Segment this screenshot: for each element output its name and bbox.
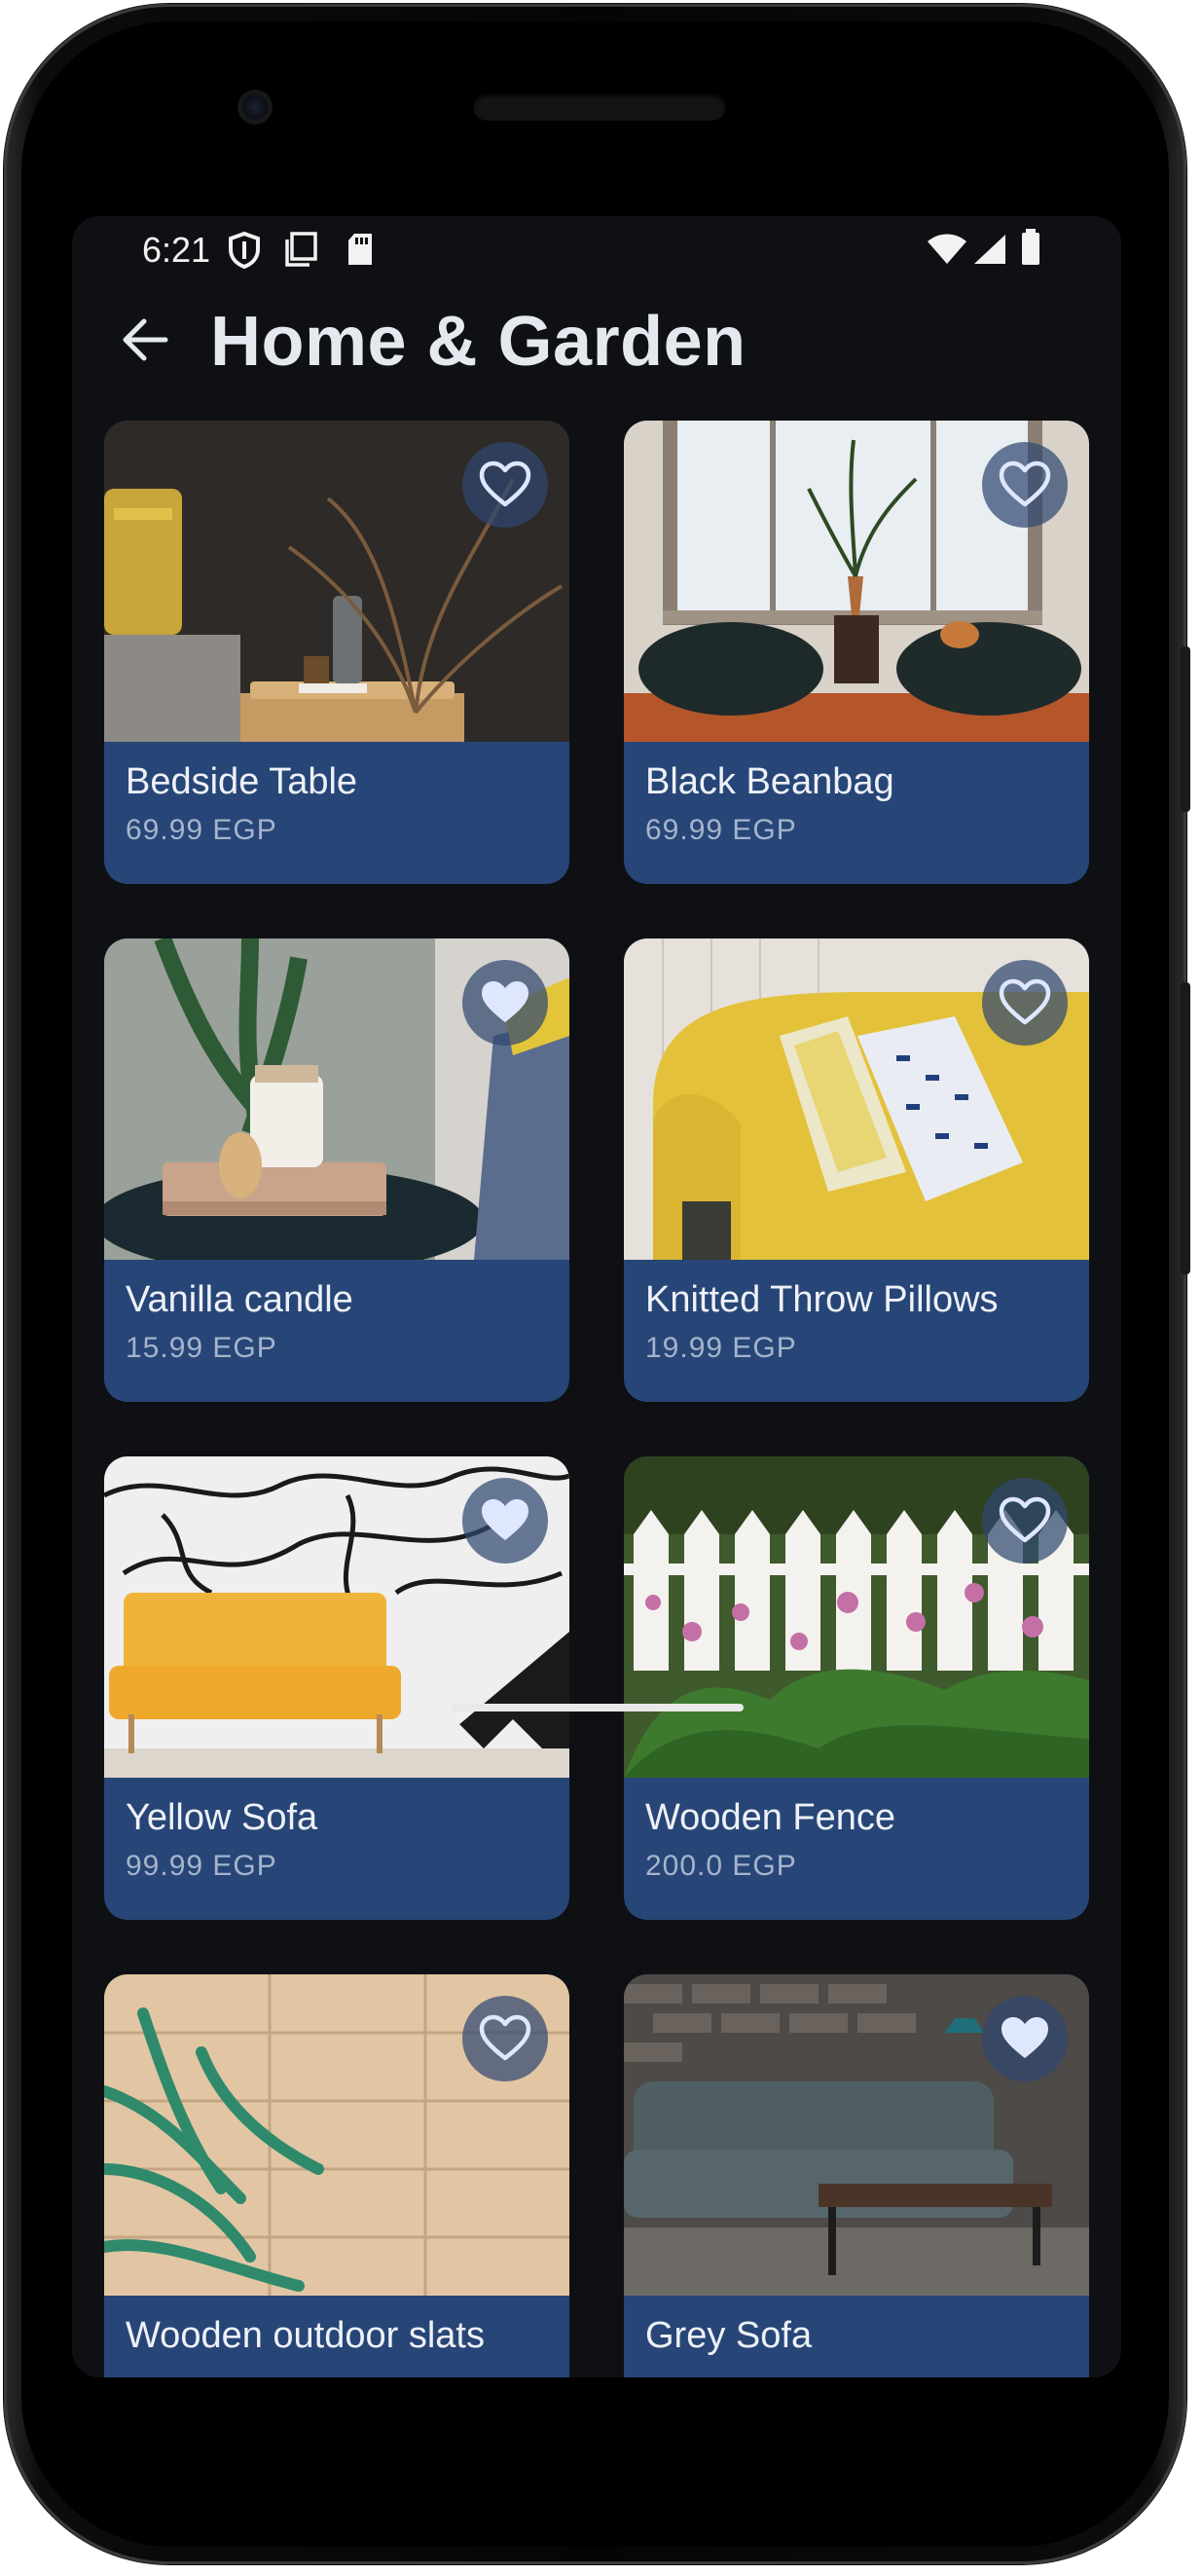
arrow-back-icon (123, 318, 168, 361)
product-name: Yellow Sofa (126, 1797, 318, 1838)
heart-outline-icon (479, 2014, 531, 2061)
phone-frame: 6:21 Home & Garden Bedside Table 69.99 E… (4, 4, 1190, 2564)
heart-filled-icon (482, 1499, 528, 1540)
product-card[interactable]: Grey Sofa (624, 1974, 1089, 2377)
heart-outline-icon (999, 978, 1051, 1025)
favorite-button[interactable] (462, 1996, 548, 2081)
product-price: 15.99 EGP (126, 1332, 277, 1364)
favorite-button[interactable] (462, 442, 548, 528)
favorite-button[interactable] (982, 442, 1068, 528)
wifi-icon (927, 234, 967, 269)
shield-icon (228, 231, 261, 273)
heart-filled-icon (1002, 2017, 1048, 2058)
product-price: 69.99 EGP (645, 814, 797, 846)
heart-filled-icon (482, 981, 528, 1022)
favorite-button[interactable] (982, 1996, 1068, 2081)
screenshot-icon (284, 232, 317, 271)
product-price: 69.99 EGP (126, 814, 277, 846)
product-name: Black Beanbag (645, 761, 894, 802)
product-card[interactable]: Wooden Fence 200.0 EGP (624, 1456, 1089, 1920)
battery-icon (1020, 228, 1041, 271)
product-card[interactable]: Vanilla candle 15.99 EGP (104, 938, 569, 1402)
product-card[interactable]: Bedside Table 69.99 EGP (104, 421, 569, 884)
product-card[interactable]: Black Beanbag 69.99 EGP (624, 421, 1089, 884)
heart-outline-icon (479, 460, 531, 507)
status-time: 6:21 (142, 230, 211, 270)
product-card[interactable]: Yellow Sofa 99.99 EGP (104, 1456, 569, 1920)
product-price: 200.0 EGP (645, 1850, 797, 1882)
product-card[interactable]: Wooden outdoor slats (104, 1974, 569, 2377)
product-price: 19.99 EGP (645, 1332, 797, 1364)
app-screen: 6:21 Home & Garden Bedside Table 69.99 E… (72, 216, 1121, 2377)
app-bar: Home & Garden (72, 282, 1121, 399)
favorite-button[interactable] (982, 1478, 1068, 1564)
status-bar: 6:21 (72, 216, 1121, 282)
volume-button (1181, 982, 1190, 1274)
heart-outline-icon (999, 460, 1051, 507)
product-card[interactable]: Knitted Throw Pillows 19.99 EGP (624, 938, 1089, 1402)
heart-outline-icon (999, 1496, 1051, 1543)
back-button[interactable] (117, 312, 173, 368)
product-name: Bedside Table (126, 761, 358, 802)
sd-card-icon (346, 232, 374, 271)
product-price: 99.99 EGP (126, 1850, 277, 1882)
product-name: Wooden outdoor slats (126, 2315, 485, 2356)
product-name: Knitted Throw Pillows (645, 1279, 999, 1320)
product-name: Vanilla candle (126, 1279, 353, 1320)
signal-icon (973, 234, 1006, 269)
favorite-button[interactable] (462, 960, 548, 1046)
favorite-button[interactable] (982, 960, 1068, 1046)
page-title: Home & Garden (210, 303, 747, 381)
power-button (1181, 646, 1190, 812)
earpiece-speaker (473, 93, 726, 121)
product-name: Wooden Fence (645, 1797, 896, 1838)
product-name: Grey Sofa (645, 2315, 813, 2356)
front-camera (237, 90, 273, 125)
gesture-home-bar[interactable] (452, 1704, 744, 1711)
favorite-button[interactable] (462, 1478, 548, 1564)
